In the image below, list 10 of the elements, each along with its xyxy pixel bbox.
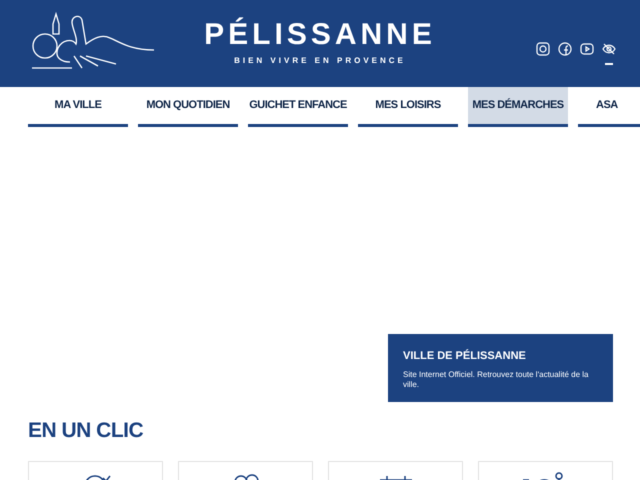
- menu-dash-icon[interactable]: [605, 63, 613, 65]
- instagram-icon[interactable]: [536, 42, 550, 56]
- hero-title: VILLE DE PÉLISSANNE: [403, 348, 527, 364]
- facebook-icon[interactable]: [558, 42, 572, 56]
- hero-text: Site Internet Officiel. Retrouvez toute l'actualité de la ville.: [403, 370, 590, 390]
- nav-tab[interactable]: MES DÉMARCHES: [468, 87, 568, 127]
- section-heading: EN UN CLIC: [28, 420, 144, 441]
- eye-slash-icon[interactable]: [602, 42, 616, 56]
- youtube-icon[interactable]: [580, 42, 594, 56]
- site-tagline: BIEN VIVRE EN PROVENCE: [234, 55, 406, 67]
